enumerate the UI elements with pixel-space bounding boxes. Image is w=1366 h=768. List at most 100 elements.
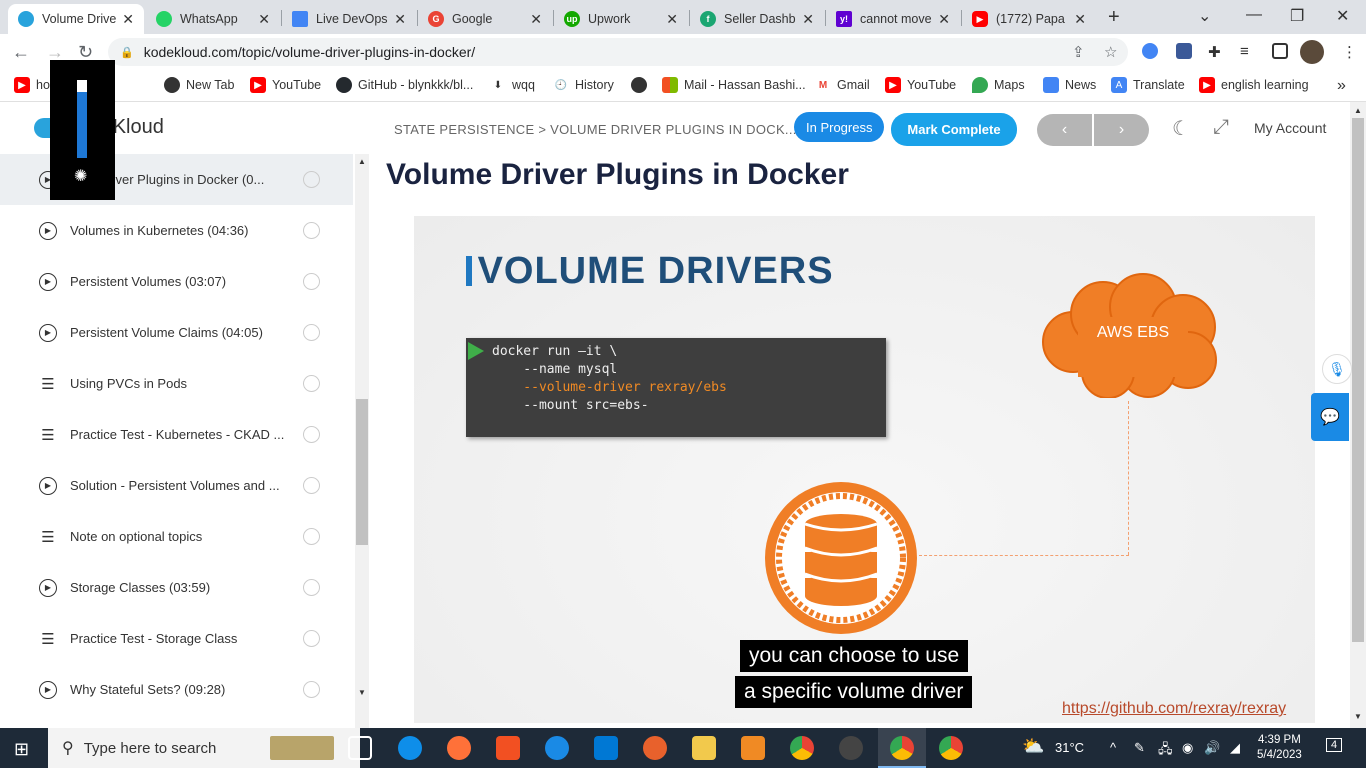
breadcrumb[interactable]: STATE PERSISTENCE > VOLUME DRIVER PLUGIN… bbox=[394, 122, 797, 137]
scroll-down-arrow-icon[interactable]: ▼ bbox=[1354, 712, 1362, 721]
completion-circle-icon[interactable] bbox=[303, 273, 320, 290]
in-progress-button[interactable]: In Progress bbox=[794, 112, 885, 142]
microsoft-store-icon[interactable] bbox=[496, 736, 520, 760]
chat-bubble-icon[interactable]: 💬 bbox=[1311, 393, 1349, 441]
tab-google[interactable]: G Google ✕ bbox=[418, 4, 552, 34]
close-tab-icon[interactable]: ✕ bbox=[122, 11, 134, 28]
voice-search-mic-icon[interactable] bbox=[1142, 43, 1158, 59]
camera-icon[interactable]: ◉ bbox=[1182, 740, 1193, 756]
bookmark-item[interactable]: A Translate bbox=[1111, 77, 1185, 93]
fullscreen-expand-icon[interactable]: ⤢ bbox=[1213, 116, 1229, 139]
scroll-up-arrow-icon[interactable]: ▲ bbox=[358, 157, 366, 166]
bookmark-item[interactable]: M Gmail bbox=[815, 77, 870, 93]
bookmark-item[interactable]: ▶ YouTube bbox=[885, 77, 956, 93]
sidebar-item-storage-classes[interactable]: ▶ Storage Classes (03:59) bbox=[0, 562, 353, 613]
close-tab-icon[interactable]: ✕ bbox=[802, 11, 814, 28]
notification-center-icon[interactable]: 4 bbox=[1326, 738, 1343, 752]
tab-seller-dashboard[interactable]: f Seller Dashbo ✕ bbox=[690, 4, 824, 34]
speaker-icon[interactable]: 🔊 bbox=[1204, 740, 1220, 756]
weather-sun-icon[interactable]: ⛅ bbox=[1022, 736, 1044, 757]
completion-circle-icon[interactable] bbox=[303, 579, 320, 596]
completion-circle-icon[interactable] bbox=[303, 222, 320, 239]
sidebar-item-solution-persistent-volumes[interactable]: ▶ Solution - Persistent Volumes and ... bbox=[0, 460, 353, 511]
more-menu-icon[interactable]: ⋮ bbox=[1342, 43, 1357, 61]
close-tab-icon[interactable]: ✕ bbox=[1074, 11, 1086, 28]
completion-circle-icon[interactable] bbox=[303, 630, 320, 647]
app-swirl-icon[interactable] bbox=[643, 736, 667, 760]
back-arrow-icon[interactable]: ← bbox=[12, 42, 30, 63]
edge-browser-icon[interactable] bbox=[398, 736, 422, 760]
close-window-icon[interactable]: ✕ bbox=[1336, 6, 1349, 26]
tray-chevron-up-icon[interactable]: ^ bbox=[1110, 740, 1116, 755]
chrome-icon[interactable] bbox=[790, 736, 814, 760]
close-tab-icon[interactable]: ✕ bbox=[666, 11, 678, 28]
sidebar-item-note-optional-topics[interactable]: ☰ Note on optional topics bbox=[0, 511, 353, 562]
sidebar-item-why-stateful-sets[interactable]: ▶ Why Stateful Sets? (09:28) bbox=[0, 664, 353, 715]
sidebar-item-persistent-volume-claims[interactable]: ▶ Persistent Volume Claims (04:05) bbox=[0, 307, 353, 358]
network-icon[interactable]: 🖧 bbox=[1158, 740, 1173, 762]
completion-circle-icon[interactable] bbox=[303, 681, 320, 698]
tab-live-devops[interactable]: Live DevOps ✕ bbox=[282, 4, 416, 34]
settings-app-icon[interactable] bbox=[741, 736, 765, 760]
tab-upwork[interactable]: up Upwork ✕ bbox=[554, 4, 688, 34]
tab-search-chevron-icon[interactable]: ⌄ bbox=[1198, 6, 1211, 26]
tab-whatsapp[interactable]: WhatsApp ✕ bbox=[146, 4, 280, 34]
dark-mode-moon-icon[interactable]: ☾ bbox=[1172, 116, 1190, 141]
previous-lesson-button[interactable]: ‹ bbox=[1037, 114, 1092, 146]
bookmark-item[interactable]: ⬇ wqq bbox=[490, 77, 535, 93]
scroll-down-arrow-icon[interactable]: ▼ bbox=[358, 688, 366, 697]
voice-mic-icon[interactable]: 🎙 bbox=[1322, 354, 1352, 384]
extensions-puzzle-icon[interactable]: ✚ bbox=[1208, 43, 1221, 61]
completion-circle-icon[interactable] bbox=[303, 477, 320, 494]
mark-complete-button[interactable]: Mark Complete bbox=[891, 113, 1017, 146]
bookmark-item[interactable]: News bbox=[1043, 77, 1096, 93]
page-scrollbar[interactable]: ▲ ▼ bbox=[1350, 102, 1366, 728]
url-input[interactable]: 🔒 kodekloud.com/topic/volume-driver-plug… bbox=[108, 38, 1128, 66]
rexray-github-link[interactable]: https://github.com/rexray/rexray bbox=[1062, 700, 1286, 718]
reading-list-icon[interactable]: ≡ bbox=[1240, 43, 1249, 60]
wifi-icon[interactable]: ◢ bbox=[1230, 740, 1240, 756]
completion-circle-icon[interactable] bbox=[303, 324, 320, 341]
bookmark-star-icon[interactable]: ☆ bbox=[1104, 43, 1117, 61]
sidebar-item-practice-test-storage-class[interactable]: ☰ Practice Test - Storage Class bbox=[0, 613, 353, 664]
tray-pen-icon[interactable]: ✎ bbox=[1134, 740, 1145, 756]
bookmark-item[interactable]: ▶ english learning bbox=[1199, 77, 1309, 93]
tab-cannot-move[interactable]: y! cannot move ✕ bbox=[826, 4, 960, 34]
download-extension-icon[interactable] bbox=[1176, 43, 1192, 59]
chrome-profile-icon[interactable] bbox=[890, 736, 914, 760]
sidebar-scroll-thumb[interactable] bbox=[356, 399, 368, 545]
mail-icon[interactable] bbox=[594, 736, 618, 760]
sidebar-item-practice-test-ckad[interactable]: ☰ Practice Test - Kubernetes - CKAD ... bbox=[0, 409, 353, 460]
completion-circle-icon[interactable] bbox=[303, 171, 320, 188]
tab-youtube-music[interactable]: ▶ (1772) Papa J ✕ bbox=[962, 4, 1096, 34]
firefox-icon[interactable] bbox=[447, 736, 471, 760]
sidebar-item-persistent-volumes[interactable]: ▶ Persistent Volumes (03:07) bbox=[0, 256, 353, 307]
minimize-icon[interactable]: — bbox=[1246, 6, 1262, 24]
my-account-link[interactable]: My Account bbox=[1254, 120, 1326, 136]
new-tab-plus-icon[interactable]: + bbox=[1108, 6, 1120, 29]
bookmark-item[interactable] bbox=[631, 77, 653, 93]
close-tab-icon[interactable]: ✕ bbox=[530, 11, 542, 28]
weather-temperature[interactable]: 31°C bbox=[1055, 740, 1084, 755]
tab-volume-driver[interactable]: Volume Drive ✕ bbox=[8, 4, 144, 34]
completion-circle-icon[interactable] bbox=[303, 375, 320, 392]
scroll-up-arrow-icon[interactable]: ▲ bbox=[1354, 106, 1362, 115]
bookmark-item[interactable]: GitHub - blynkkk/bl... bbox=[336, 77, 473, 93]
completion-circle-icon[interactable] bbox=[303, 528, 320, 545]
bookmark-item[interactable]: Mail - Hassan Bashi... bbox=[662, 77, 806, 93]
chrome-profile-h-icon[interactable] bbox=[939, 736, 963, 760]
bookmark-item[interactable]: Maps bbox=[972, 77, 1025, 93]
profile-avatar[interactable] bbox=[1300, 40, 1324, 64]
more-bookmarks-chevron-icon[interactable]: » bbox=[1337, 77, 1346, 95]
restore-window-icon[interactable]: ❐ bbox=[1290, 6, 1304, 26]
share-icon[interactable]: ⇪ bbox=[1072, 43, 1085, 61]
volume-level-bar[interactable] bbox=[77, 80, 87, 158]
side-panel-icon[interactable] bbox=[1272, 43, 1288, 59]
sidebar-scrollbar[interactable]: ▲ ▼ bbox=[355, 154, 369, 728]
windows-start-icon[interactable]: ⊞ bbox=[14, 739, 29, 760]
next-lesson-button[interactable]: › bbox=[1094, 114, 1149, 146]
close-tab-icon[interactable]: ✕ bbox=[394, 11, 406, 28]
close-tab-icon[interactable]: ✕ bbox=[938, 11, 950, 28]
skype-icon[interactable] bbox=[545, 736, 569, 760]
file-explorer-icon[interactable] bbox=[692, 736, 716, 760]
